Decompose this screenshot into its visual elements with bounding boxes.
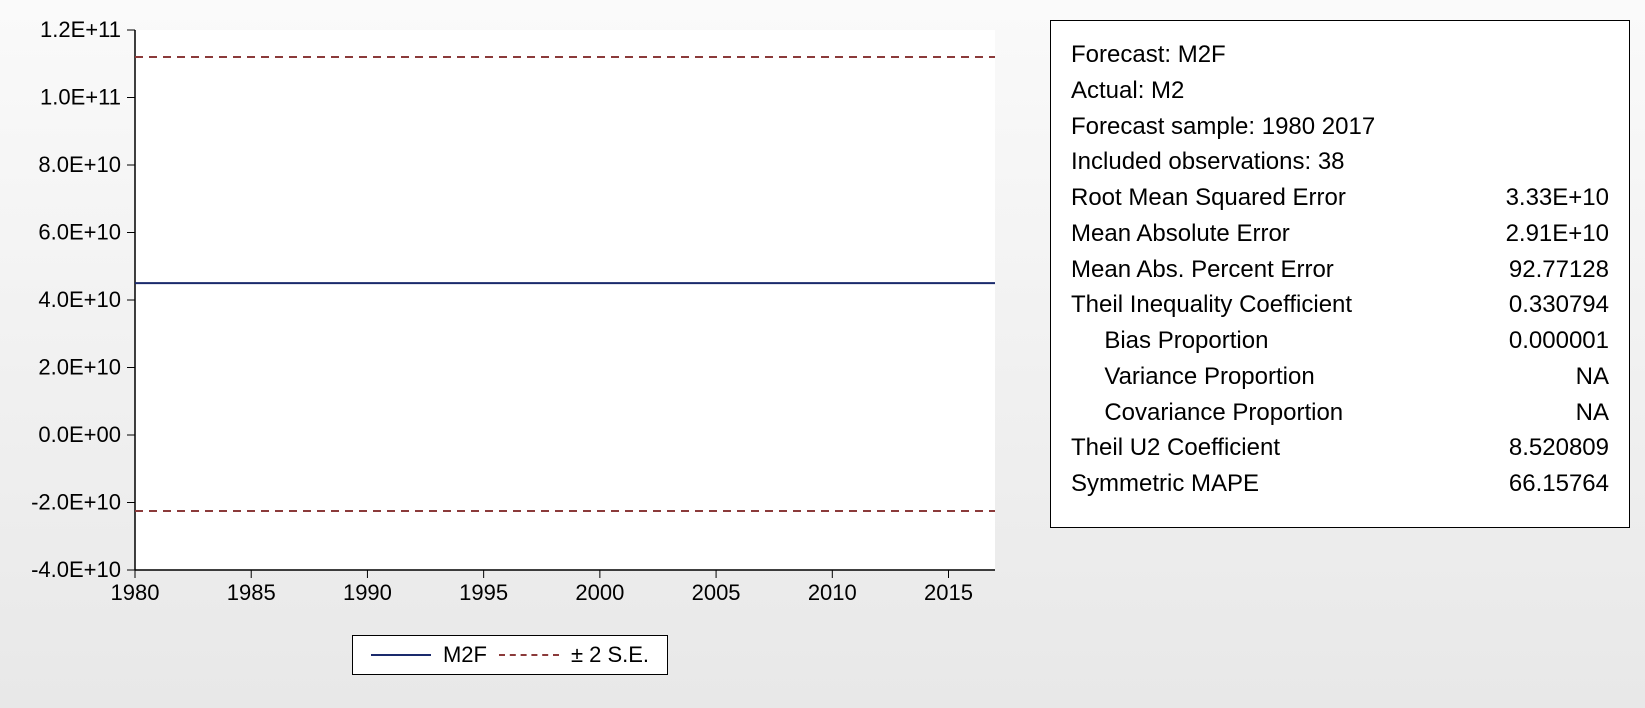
legend-label-m2f: M2F [443,642,487,668]
stat-mae-value: 2.91E+10 [1479,216,1609,252]
legend-label-se: ± 2 S.E. [571,642,649,668]
legend-line-se [499,654,559,656]
forecast-chart-section: -4.0E+10 -2.0E+10 0.0E+00 2.0E+10 4.0E+10 6.0… [15,20,1005,693]
stat-bias-label: Bias Proportion [1071,323,1268,359]
svg-text:0.0E+00: 0.0E+00 [38,422,121,447]
chart-legend: M2F ± 2 S.E. [352,635,668,675]
stat-u2-label: Theil U2 Coefficient [1071,430,1280,466]
svg-text:2000: 2000 [575,580,624,605]
stat-theil-label: Theil Inequality Coefficient [1071,287,1352,323]
stat-var-label: Variance Proportion [1071,359,1315,395]
stat-mape-value: 92.77128 [1479,252,1609,288]
svg-text:2015: 2015 [924,580,973,605]
stat-theil-value: 0.330794 [1479,287,1609,323]
svg-text:2010: 2010 [808,580,857,605]
svg-text:8.0E+10: 8.0E+10 [38,152,121,177]
svg-text:4.0E+10: 4.0E+10 [38,287,121,312]
chart-plot-area: -4.0E+10 -2.0E+10 0.0E+00 2.0E+10 4.0E+10 6.0… [15,20,1005,610]
svg-text:6.0E+10: 6.0E+10 [38,220,121,245]
stat-forecast: Forecast: M2F [1071,37,1226,73]
stat-actual: Actual: M2 [1071,73,1184,109]
stat-smape-value: 66.15764 [1479,466,1609,502]
line-chart: -4.0E+10 -2.0E+10 0.0E+00 2.0E+10 4.0E+10 6.0… [15,20,1005,610]
svg-text:1.2E+11: 1.2E+11 [40,20,121,42]
forecast-statistics-panel: Forecast: M2F Actual: M2 Forecast sample… [1050,20,1630,528]
stat-rmse-label: Root Mean Squared Error [1071,180,1346,216]
stat-cov-label: Covariance Proportion [1071,395,1343,431]
svg-text:2005: 2005 [692,580,741,605]
svg-text:-2.0E+10: -2.0E+10 [31,490,121,515]
stat-mae-label: Mean Absolute Error [1071,216,1290,252]
svg-text:1985: 1985 [227,580,276,605]
stat-obs: Included observations: 38 [1071,144,1345,180]
legend-line-m2f [371,654,431,656]
stat-u2-value: 8.520809 [1479,430,1609,466]
svg-text:-4.0E+10: -4.0E+10 [31,557,121,582]
svg-text:1.0E+11: 1.0E+11 [40,85,121,110]
stat-sample: Forecast sample: 1980 2017 [1071,109,1375,145]
svg-text:1990: 1990 [343,580,392,605]
svg-text:1995: 1995 [459,580,508,605]
stat-smape-label: Symmetric MAPE [1071,466,1259,502]
stat-mape-label: Mean Abs. Percent Error [1071,252,1334,288]
svg-text:2.0E+10: 2.0E+10 [38,355,121,380]
stat-cov-value: NA [1479,395,1609,431]
stat-bias-value: 0.000001 [1479,323,1609,359]
svg-text:1980: 1980 [111,580,160,605]
stat-rmse-value: 3.33E+10 [1479,180,1609,216]
stat-var-value: NA [1479,359,1609,395]
